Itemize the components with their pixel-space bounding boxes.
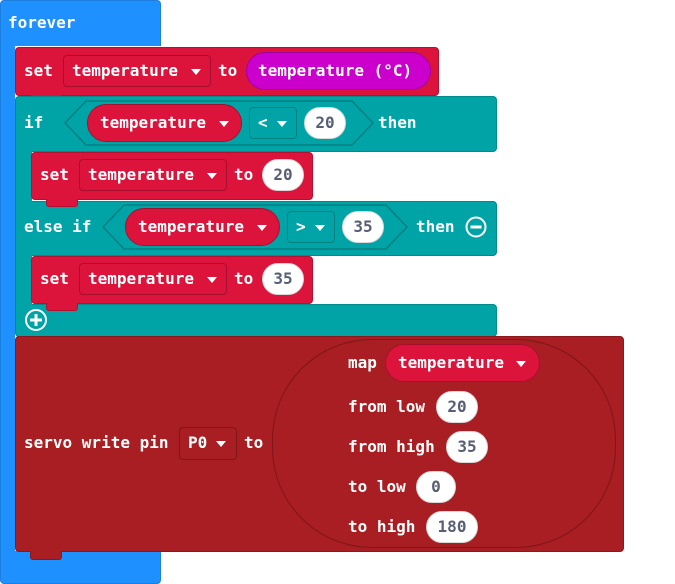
chevron-down-icon: [277, 121, 287, 127]
from-low-input[interactable]: 20: [436, 391, 478, 423]
block-notch: [46, 303, 78, 311]
variable-label: temperature: [100, 113, 206, 132]
block-notch: [46, 199, 78, 207]
variable-label: temperature: [138, 217, 244, 236]
variable-label: temperature: [72, 61, 178, 80]
to-keyword: to: [244, 433, 264, 452]
chevron-down-icon: [191, 69, 201, 75]
chevron-down-icon: [216, 441, 226, 447]
chevron-down-icon: [207, 277, 217, 283]
variable-label: temperature: [398, 353, 504, 372]
operator-label: <: [258, 113, 268, 132]
pin-label: P0: [188, 433, 208, 452]
from-high-input[interactable]: 35: [446, 431, 488, 463]
servo-label: servo write pin: [24, 433, 169, 452]
to-keyword: to: [234, 269, 254, 288]
number-input[interactable]: 35: [342, 211, 384, 243]
variable-label: temperature: [88, 165, 194, 184]
add-else-if-icon[interactable]: [24, 308, 48, 332]
variable-label: temperature: [88, 269, 194, 288]
set-keyword: set: [40, 269, 69, 288]
to-keyword: to: [218, 61, 238, 80]
number-input[interactable]: 20: [304, 107, 346, 139]
number-input[interactable]: 35: [262, 263, 304, 295]
set-keyword: set: [40, 165, 69, 184]
temperature-sensor-label: temperature (°C): [258, 61, 413, 80]
to-high-label: to high: [348, 517, 416, 536]
chevron-down-icon: [315, 225, 325, 231]
if-keyword: if: [24, 113, 44, 132]
if-block-footer[interactable]: [15, 304, 497, 337]
set-keyword: set: [24, 61, 53, 80]
to-low-input[interactable]: 0: [416, 471, 456, 503]
block-notch: [30, 551, 62, 560]
number-input[interactable]: 20: [262, 159, 304, 191]
chevron-down-icon: [516, 361, 526, 367]
to-high-input[interactable]: 180: [426, 511, 478, 543]
then-keyword: then: [378, 113, 417, 132]
remove-else-if-icon[interactable]: [465, 216, 487, 238]
chevron-down-icon: [219, 121, 229, 127]
to-keyword: to: [234, 165, 254, 184]
operator-dropdown[interactable]: [287, 211, 335, 243]
map-label: map: [348, 353, 377, 372]
else-if-keyword: else if: [24, 217, 92, 236]
from-low-label: from low: [348, 397, 426, 416]
forever-label: forever: [8, 13, 76, 32]
from-high-label: from high: [348, 437, 435, 456]
to-low-label: to low: [348, 477, 406, 496]
chevron-down-icon: [207, 173, 217, 179]
operator-label: >: [296, 217, 306, 236]
then-keyword: then: [416, 217, 455, 236]
operator-dropdown[interactable]: [249, 107, 297, 139]
chevron-down-icon: [257, 225, 267, 231]
